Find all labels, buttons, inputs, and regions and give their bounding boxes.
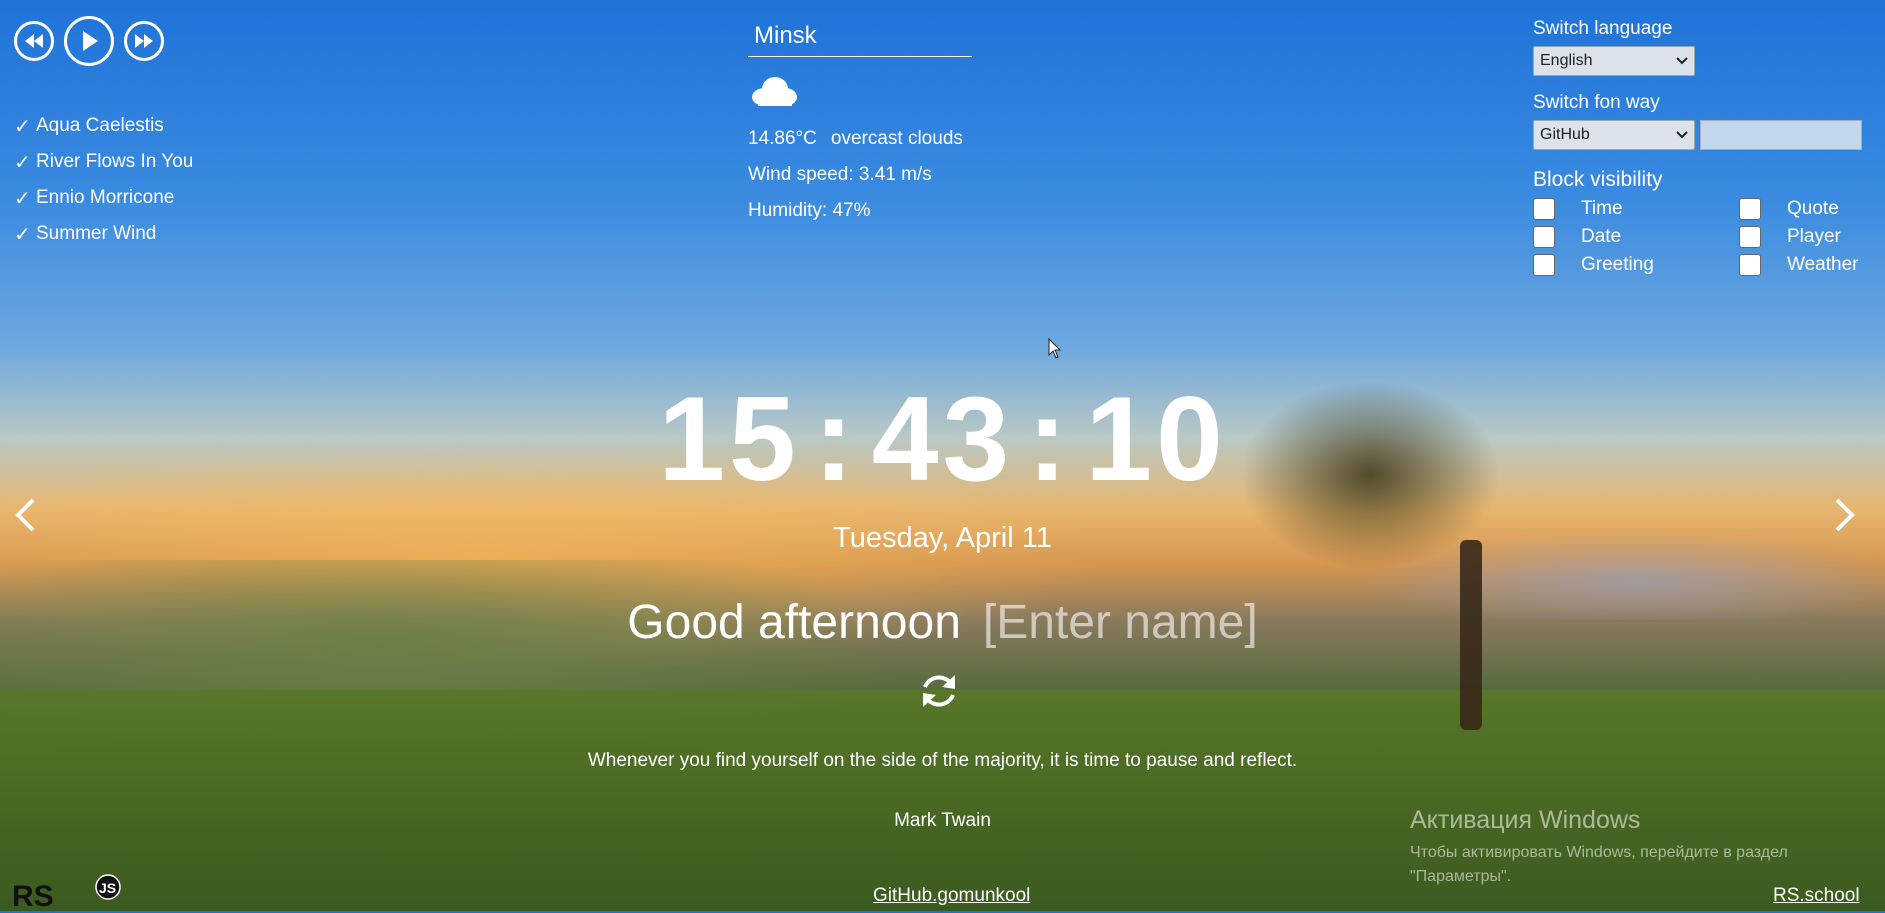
track-title: Ennio Morricone bbox=[36, 187, 175, 208]
toggle-weather[interactable]: Weather bbox=[1739, 254, 1879, 276]
slide-next-button[interactable] bbox=[1830, 495, 1860, 535]
quote-text: Whenever you find yourself on the side o… bbox=[587, 750, 1298, 771]
playlist-item[interactable]: ✓ Ennio Morricone bbox=[14, 180, 193, 216]
track-title: River Flows In You bbox=[36, 151, 194, 172]
slide-prev-button[interactable] bbox=[10, 495, 40, 535]
chevron-left-icon bbox=[15, 498, 35, 532]
check-icon: ✓ bbox=[14, 115, 31, 138]
greeting-text: Good afternoon bbox=[627, 596, 961, 649]
date: Tuesday, April 11 bbox=[833, 522, 1052, 554]
track-title: Aqua Caelestis bbox=[36, 115, 164, 136]
clock-separator: : bbox=[813, 372, 858, 506]
watermark-line1: Чтобы активировать Windows, перейдите в … bbox=[1410, 844, 1788, 861]
rewind-icon bbox=[25, 34, 43, 48]
checkbox[interactable] bbox=[1533, 198, 1555, 220]
play-button[interactable] bbox=[64, 16, 114, 66]
clock-seconds: 10 bbox=[1085, 372, 1227, 506]
temperature: 14.86°C bbox=[748, 128, 817, 149]
source-title: Switch fon way bbox=[1533, 92, 1660, 113]
checkbox[interactable] bbox=[1739, 198, 1761, 220]
clock-hours: 15 bbox=[658, 372, 800, 506]
humidity: Humidity: 47% bbox=[748, 200, 871, 221]
toggle-label: Greeting bbox=[1581, 254, 1654, 275]
visibility-grid: Time Quote Date Player Greeting Weather bbox=[1533, 198, 1873, 276]
watermark-line2: "Параметры". bbox=[1410, 868, 1512, 885]
clock-separator: : bbox=[1027, 372, 1072, 506]
toggle-label: Player bbox=[1787, 226, 1841, 247]
check-icon: ✓ bbox=[14, 151, 31, 174]
toggle-quote[interactable]: Quote bbox=[1739, 198, 1879, 220]
checkbox[interactable] bbox=[1739, 226, 1761, 248]
playlist-item[interactable]: ✓ Summer Wind bbox=[14, 216, 193, 252]
chevron-down-icon bbox=[1676, 131, 1688, 139]
cloud-icon bbox=[752, 77, 797, 106]
language-title: Switch language bbox=[1533, 18, 1673, 39]
greeting-row: Good afternoon [Enter name] bbox=[0, 595, 1885, 650]
settings-panel: Switch language English Switch fon way G… bbox=[1533, 18, 1873, 276]
toggle-label: Weather bbox=[1787, 254, 1859, 275]
playlist-item[interactable]: ✓ Aqua Caelestis bbox=[14, 108, 193, 144]
refresh-quote-button[interactable] bbox=[917, 669, 961, 713]
weather-temp-row: 14.86°C overcast clouds bbox=[748, 128, 988, 150]
toggle-label: Quote bbox=[1787, 198, 1839, 219]
fast-forward-icon bbox=[135, 34, 153, 48]
github-link[interactable]: GitHub.gomunkool bbox=[873, 885, 1030, 907]
player-controls bbox=[14, 16, 164, 66]
playlist: ✓ Aqua Caelestis ✓ River Flows In You ✓ Enn… bbox=[14, 108, 193, 252]
weather-widget: 14.86°C overcast clouds Wind speed: 3.41 … bbox=[748, 18, 988, 222]
toggle-time[interactable]: Time bbox=[1533, 198, 1739, 220]
rs-logo-icon: RS JS bbox=[12, 874, 121, 913]
chevron-right-icon bbox=[1835, 498, 1855, 532]
prev-track-button[interactable] bbox=[14, 21, 54, 61]
track-title: Summer Wind bbox=[36, 223, 157, 244]
toggle-greeting[interactable]: Greeting bbox=[1533, 254, 1739, 276]
toggle-label: Date bbox=[1581, 226, 1622, 247]
play-icon bbox=[83, 31, 98, 51]
checkbox[interactable] bbox=[1533, 254, 1555, 276]
logo-text: RS bbox=[12, 880, 54, 908]
mouse-cursor-icon bbox=[1048, 338, 1062, 359]
source-row: GitHub bbox=[1533, 120, 1873, 150]
weather-icon-wrap bbox=[748, 57, 988, 114]
toggle-label: Time bbox=[1581, 198, 1623, 219]
name-input[interactable]: [Enter name] bbox=[983, 595, 1258, 650]
refresh-icon bbox=[923, 675, 955, 707]
weather-description: overcast clouds bbox=[830, 128, 963, 149]
language-select[interactable]: English bbox=[1533, 46, 1695, 76]
language-select-value: English bbox=[1540, 52, 1593, 69]
next-track-button[interactable] bbox=[124, 21, 164, 61]
city-input[interactable] bbox=[748, 18, 972, 57]
checkbox[interactable] bbox=[1533, 226, 1555, 248]
visibility-title: Block visibility bbox=[1533, 168, 1663, 191]
toggle-date[interactable]: Date bbox=[1533, 226, 1739, 248]
chevron-down-icon bbox=[1676, 57, 1688, 65]
source-select[interactable]: GitHub bbox=[1533, 120, 1695, 150]
check-icon: ✓ bbox=[14, 187, 31, 210]
wind-speed: Wind speed: 3.41 m/s bbox=[748, 164, 932, 185]
playlist-item[interactable]: ✓ River Flows In You bbox=[14, 144, 193, 180]
logo-badge: JS bbox=[99, 880, 116, 896]
check-icon: ✓ bbox=[14, 223, 31, 246]
checkbox[interactable] bbox=[1739, 254, 1761, 276]
source-select-value: GitHub bbox=[1540, 126, 1590, 143]
rs-school-logo[interactable]: RS JS bbox=[10, 872, 126, 913]
image-tag-input[interactable] bbox=[1700, 120, 1862, 150]
clock: 15:43:10 bbox=[0, 370, 1885, 508]
clock-minutes: 43 bbox=[871, 372, 1014, 506]
watermark-title: Активация Windows bbox=[1410, 806, 1641, 834]
toggle-player[interactable]: Player bbox=[1739, 226, 1879, 248]
windows-activation-watermark: Активация Windows Чтобы активировать Win… bbox=[1410, 806, 1788, 889]
